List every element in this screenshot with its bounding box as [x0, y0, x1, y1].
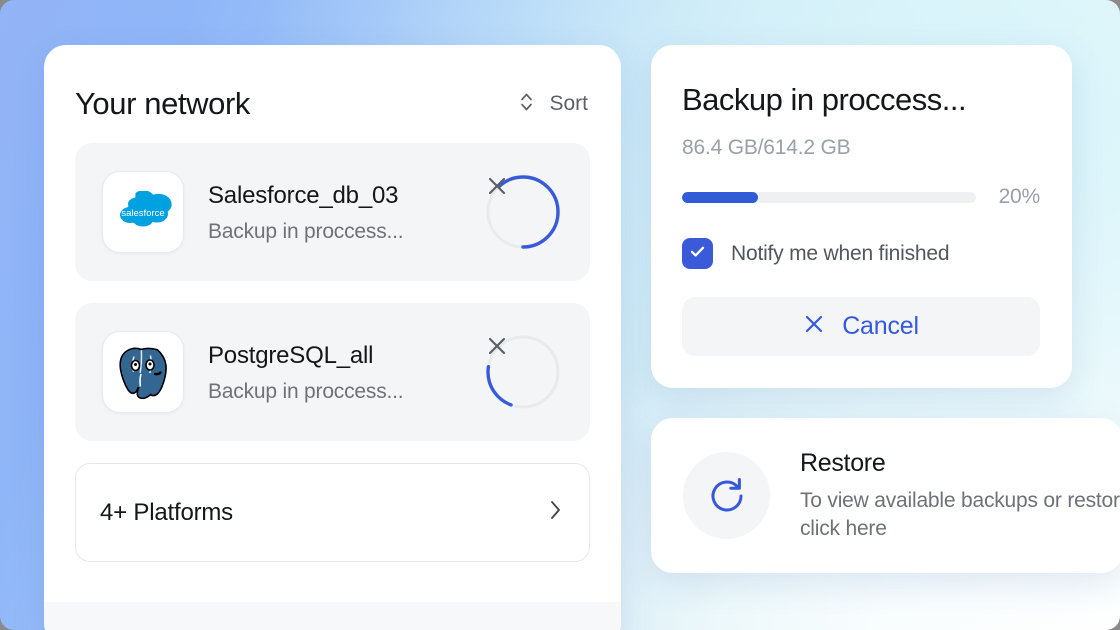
cancel-backup-button[interactable] [484, 333, 562, 411]
platforms-row[interactable]: 4+ Platforms [75, 463, 590, 562]
restore-text-block: Restore To view available backups or res… [770, 449, 1120, 542]
check-icon [688, 242, 707, 266]
platforms-label: 4+ Platforms [100, 499, 233, 527]
cancel-backup-button[interactable] [484, 173, 562, 251]
backup-size-text: 86.4 GB/614.2 GB [682, 136, 1040, 160]
list-item[interactable]: PostgreSQL_all Backup in proccess... [75, 303, 590, 441]
page-title: Your network [75, 86, 250, 122]
refresh-circular-arrow-icon [683, 452, 770, 539]
notify-checkbox-row[interactable]: Notify me when finished [682, 238, 1040, 269]
progress-bar-fill [682, 192, 758, 203]
database-name: PostgreSQL_all [208, 341, 484, 371]
sort-control[interactable]: Sort [518, 89, 588, 120]
list-item-text: PostgreSQL_all Backup in proccess... [184, 341, 484, 404]
list-item-text: Salesforce_db_03 Backup in proccess... [184, 181, 484, 244]
backup-progress-panel: Backup in proccess... 86.4 GB/614.2 GB 2… [651, 45, 1072, 388]
close-icon [803, 313, 825, 340]
restore-description: To view available backups or restore fil… [800, 487, 1120, 542]
bottom-clipped-row: Quick Restore [44, 602, 621, 630]
database-status: Backup in proccess... [208, 380, 484, 404]
salesforce-logo: salesforce [102, 171, 184, 253]
chevron-up-down-icon [518, 89, 535, 120]
notify-label: Notify me when finished [731, 242, 949, 266]
cancel-button-label: Cancel [842, 312, 919, 341]
close-icon [484, 173, 562, 251]
database-status: Backup in proccess... [208, 220, 484, 244]
progress-percent-label: 20% [992, 185, 1040, 209]
database-list: salesforce Salesforce_db_03 Backup in pr… [44, 122, 621, 441]
backup-title: Backup in proccess... [682, 83, 1040, 117]
close-icon [484, 333, 562, 411]
restore-title: Restore [800, 449, 1120, 478]
app-background: Your network Sort [0, 0, 1120, 630]
sort-label: Sort [549, 92, 588, 116]
notify-checkbox[interactable] [682, 238, 713, 269]
backup-progress-row: 20% [682, 185, 1040, 209]
chevron-right-icon [548, 497, 563, 528]
restore-panel[interactable]: Restore To view available backups or res… [651, 418, 1120, 573]
postgresql-logo [102, 331, 184, 413]
list-item[interactable]: salesforce Salesforce_db_03 Backup in pr… [75, 143, 590, 281]
database-name: Salesforce_db_03 [208, 181, 484, 211]
network-panel-header: Your network Sort [44, 45, 621, 122]
svg-text:salesforce: salesforce [121, 208, 164, 219]
progress-bar [682, 192, 976, 203]
cancel-button[interactable]: Cancel [682, 297, 1040, 356]
your-network-panel: Your network Sort [44, 45, 621, 630]
